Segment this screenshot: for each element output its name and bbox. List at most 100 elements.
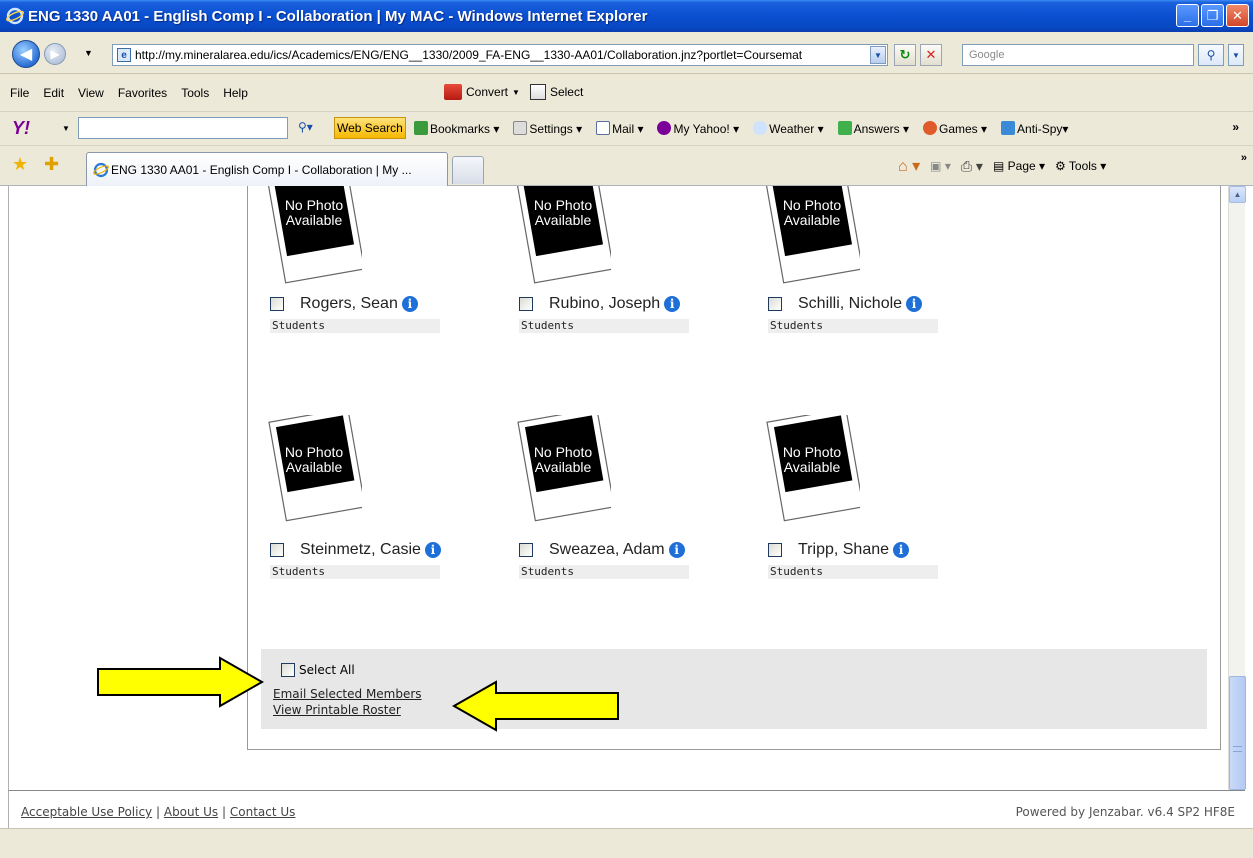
view-printable-roster-link[interactable]: View Printable Roster — [273, 703, 401, 717]
no-photo-placeholder: No Photo Available — [268, 407, 366, 525]
member-checkbox[interactable] — [519, 297, 533, 311]
back-button[interactable]: ◀ — [12, 40, 40, 68]
anti-spy-button[interactable]: Anti-Spy▾ — [1001, 121, 1068, 136]
history-dropdown-icon[interactable]: ▼ — [84, 48, 93, 58]
site-footer: Acceptable Use Policy | About Us | Conta… — [8, 790, 1245, 828]
favorites-star-icon[interactable]: ★ — [12, 154, 28, 175]
scroll-thumb[interactable] — [1229, 676, 1246, 790]
address-bar[interactable]: e http://my.mineralarea.edu/ics/Academic… — [112, 44, 888, 66]
stop-button[interactable]: ✕ — [920, 44, 942, 66]
answers-button[interactable]: Answers ▾ — [837, 121, 909, 136]
select-icon — [529, 84, 546, 100]
address-url[interactable]: http://my.mineralarea.edu/ics/Academics/… — [135, 48, 870, 62]
select-all-row: Select All — [281, 663, 355, 677]
feeds-icon[interactable]: ▣ ▾ — [930, 159, 951, 173]
page-icon: e — [117, 48, 131, 62]
member-select-row: Schilli, Nichole i — [768, 295, 948, 313]
search-icon[interactable]: ⚲ — [1198, 44, 1224, 66]
scroll-up-icon[interactable]: ▲ — [1229, 186, 1246, 203]
mail-button[interactable]: Mail ▾ — [596, 121, 643, 136]
bookmarks-button[interactable]: Bookmarks ▾ — [414, 121, 499, 136]
weather-button[interactable]: Weather ▾ — [753, 121, 824, 136]
member-role: Students — [270, 565, 440, 579]
member-name[interactable]: Rogers, Sean — [300, 295, 398, 313]
member-checkbox[interactable] — [768, 543, 782, 557]
games-button[interactable]: Games ▾ — [922, 121, 987, 136]
menu-tools[interactable]: Tools — [181, 86, 209, 100]
no-photo-line2: Available — [784, 212, 841, 228]
games-icon — [922, 121, 937, 135]
new-tab-button[interactable] — [452, 156, 484, 184]
member-role: Students — [768, 319, 938, 333]
yahoo-logo-icon[interactable]: Y! — [12, 118, 30, 139]
magnifier-icon[interactable]: ⚲▾ — [298, 120, 313, 134]
member-name[interactable]: Tripp, Shane — [798, 541, 889, 559]
menu-file[interactable]: File — [10, 86, 29, 100]
web-search-button[interactable]: Web Search — [334, 117, 406, 139]
member-checkbox[interactable] — [519, 543, 533, 557]
no-photo-line1: No Photo — [285, 197, 344, 213]
address-dropdown-icon[interactable]: ▼ — [870, 46, 886, 64]
menu-view[interactable]: View — [78, 86, 104, 100]
browser-window: ENG 1330 AA01 - English Comp I - Collabo… — [0, 0, 1253, 858]
select-all-label[interactable]: Select All — [299, 663, 355, 677]
acceptable-use-policy-link[interactable]: Acceptable Use Policy — [21, 805, 152, 819]
info-icon[interactable]: i — [668, 542, 685, 558]
tools-menu-button[interactable]: ⚙ Tools ▾ — [1055, 159, 1106, 173]
add-favorite-icon[interactable]: ✚ — [44, 154, 59, 175]
footer-separator: | — [222, 805, 227, 819]
no-photo-line2: Available — [535, 459, 592, 475]
member-checkbox[interactable] — [768, 297, 782, 311]
no-photo-placeholder: No Photo Available — [766, 407, 864, 525]
member-name[interactable]: Steinmetz, Casie — [300, 541, 421, 559]
window-title: ENG 1330 AA01 - English Comp I - Collabo… — [28, 7, 648, 25]
contact-us-link[interactable]: Contact Us — [230, 805, 296, 819]
member-role: Students — [768, 565, 938, 579]
vertical-scrollbar[interactable]: ▲ — [1228, 186, 1246, 790]
no-photo-line2: Available — [535, 212, 592, 228]
close-button[interactable]: ✕ — [1226, 4, 1249, 27]
select-button[interactable]: Select — [550, 85, 583, 99]
info-icon[interactable]: i — [893, 542, 910, 558]
settings-button[interactable]: Settings ▾ — [513, 121, 582, 136]
refresh-button[interactable]: ↻ — [894, 44, 916, 66]
home-icon[interactable]: ⌂ ▾ — [898, 156, 920, 176]
about-us-link[interactable]: About Us — [164, 805, 218, 819]
pdf-convert-icon — [444, 84, 462, 100]
tab-current[interactable]: ENG 1330 AA01 - English Comp I - Collabo… — [86, 152, 448, 186]
member-name[interactable]: Sweazea, Adam — [549, 541, 665, 559]
info-icon[interactable]: i — [906, 296, 923, 312]
convert-button[interactable]: Convert — [466, 85, 508, 99]
member-checkbox[interactable] — [270, 297, 284, 311]
page-menu-button[interactable]: ▤ Page ▾ — [993, 159, 1045, 173]
polaroid-icon: No Photo Available — [766, 407, 864, 522]
convert-dropdown-icon[interactable]: ▼ — [512, 88, 520, 97]
menu-favorites[interactable]: Favorites — [118, 86, 167, 100]
member-select-row: Rubino, Joseph i — [519, 295, 699, 313]
print-icon[interactable]: ⎙ ▾ — [961, 158, 983, 175]
footer-links: Acceptable Use Policy | About Us | Conta… — [21, 805, 295, 819]
minimize-button[interactable]: _ — [1176, 4, 1199, 27]
info-icon[interactable]: i — [664, 296, 681, 312]
menu-edit[interactable]: Edit — [43, 86, 64, 100]
member-checkbox[interactable] — [270, 543, 284, 557]
search-options-dropdown-icon[interactable]: ▼ — [1228, 44, 1244, 66]
search-input[interactable]: Google — [962, 44, 1194, 66]
toolbar-overflow-icon[interactable]: » — [1232, 120, 1239, 134]
member-name[interactable]: Rubino, Joseph — [549, 295, 660, 313]
email-selected-members-link[interactable]: Email Selected Members — [273, 687, 422, 701]
no-photo-line1: No Photo — [783, 444, 842, 460]
menu-help[interactable]: Help — [223, 86, 248, 100]
command-overflow-icon[interactable]: » — [1241, 152, 1247, 164]
member-name[interactable]: Schilli, Nichole — [798, 295, 902, 313]
info-icon[interactable]: i — [401, 296, 418, 312]
no-photo-line1: No Photo — [534, 197, 593, 213]
select-all-checkbox[interactable] — [281, 663, 295, 677]
no-photo-line2: Available — [784, 459, 841, 475]
yahoo-dropdown-icon[interactable]: ▼ — [62, 124, 70, 133]
info-icon[interactable]: i — [424, 542, 441, 558]
forward-button[interactable]: ▶ — [44, 43, 66, 65]
my-yahoo-button[interactable]: My Yahoo! ▾ — [657, 121, 739, 136]
yahoo-search-input[interactable] — [78, 117, 288, 139]
restore-button[interactable]: ❐ — [1201, 4, 1224, 27]
